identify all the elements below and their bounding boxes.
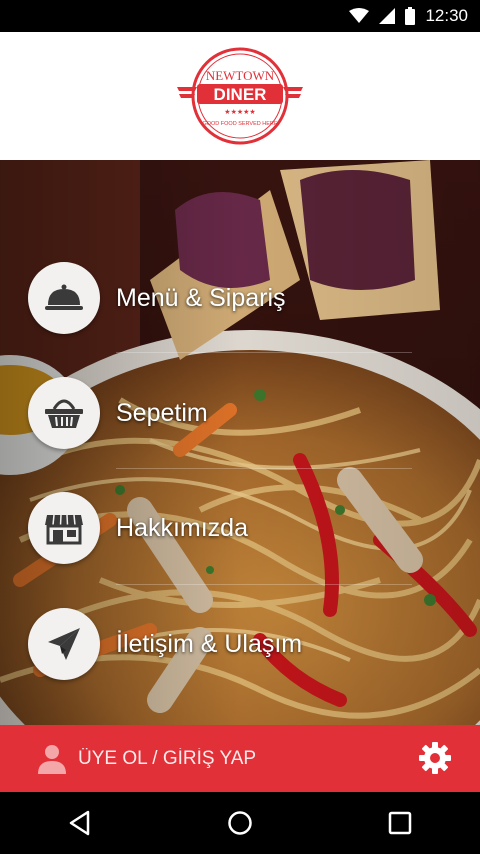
- menu-item-about[interactable]: Hakkımızda: [28, 490, 468, 566]
- status-time: 12:30: [425, 6, 468, 25]
- menu-item-cart[interactable]: Sepetim: [28, 375, 468, 451]
- menu-item-menu-order[interactable]: Menü & Sipariş: [28, 260, 468, 336]
- recents-button[interactable]: [370, 792, 430, 854]
- menu-item-label: Menü & Sipariş: [116, 283, 286, 312]
- menu-item-icon-circle: [28, 608, 100, 680]
- bottom-bar: ÜYE OL / GİRİŞ YAP: [0, 725, 480, 792]
- back-button[interactable]: [50, 792, 110, 854]
- user-icon: [38, 744, 66, 774]
- menu-divider: [116, 468, 412, 469]
- battery-icon: [405, 7, 416, 25]
- status-bar: 12:30: [0, 0, 480, 32]
- menu-item-icon-circle: [28, 377, 100, 449]
- menu-item-label: İletişim & Ulaşım: [116, 629, 303, 658]
- paper-plane-icon: [48, 628, 80, 660]
- basket-icon: [45, 399, 83, 428]
- menu-item-icon-circle: [28, 492, 100, 564]
- logo-line1: NEWTOWN: [206, 68, 275, 83]
- recents-icon: [388, 811, 412, 835]
- settings-button[interactable]: [418, 741, 452, 775]
- system-nav-bar: [0, 792, 480, 854]
- menu-divider: [116, 352, 412, 353]
- hero-area: Menü & Sipariş Sepetim Hakkımızda İletiş…: [0, 160, 480, 725]
- menu-item-icon-circle: [28, 262, 100, 334]
- app-header: NEWTOWN DINER ★★★★★ GOOD FOOD SERVED HER…: [0, 32, 480, 160]
- signal-icon: [379, 8, 396, 24]
- menu-item-contact[interactable]: İletişim & Ulaşım: [28, 606, 468, 682]
- logo-stars: ★★★★★: [224, 108, 255, 116]
- cloche-icon: [45, 284, 83, 310]
- menu-item-label: Hakkımızda: [116, 513, 248, 542]
- back-icon: [69, 810, 90, 836]
- menu-item-label: Sepetim: [116, 398, 208, 427]
- logo-line2: DINER: [214, 85, 267, 104]
- wifi-icon: [349, 8, 370, 23]
- home-icon: [228, 811, 252, 835]
- store-icon: [45, 514, 83, 545]
- menu-divider: [116, 584, 412, 585]
- newtown-diner-logo: NEWTOWN DINER ★★★★★ GOOD FOOD SERVED HER…: [177, 47, 303, 145]
- gear-icon: [419, 742, 451, 774]
- login-register-button[interactable]: ÜYE OL / GİRİŞ YAP: [38, 744, 256, 774]
- login-register-label: ÜYE OL / GİRİŞ YAP: [78, 747, 257, 769]
- home-button[interactable]: [210, 792, 270, 854]
- logo-tagline: GOOD FOOD SERVED HERE: [202, 121, 277, 127]
